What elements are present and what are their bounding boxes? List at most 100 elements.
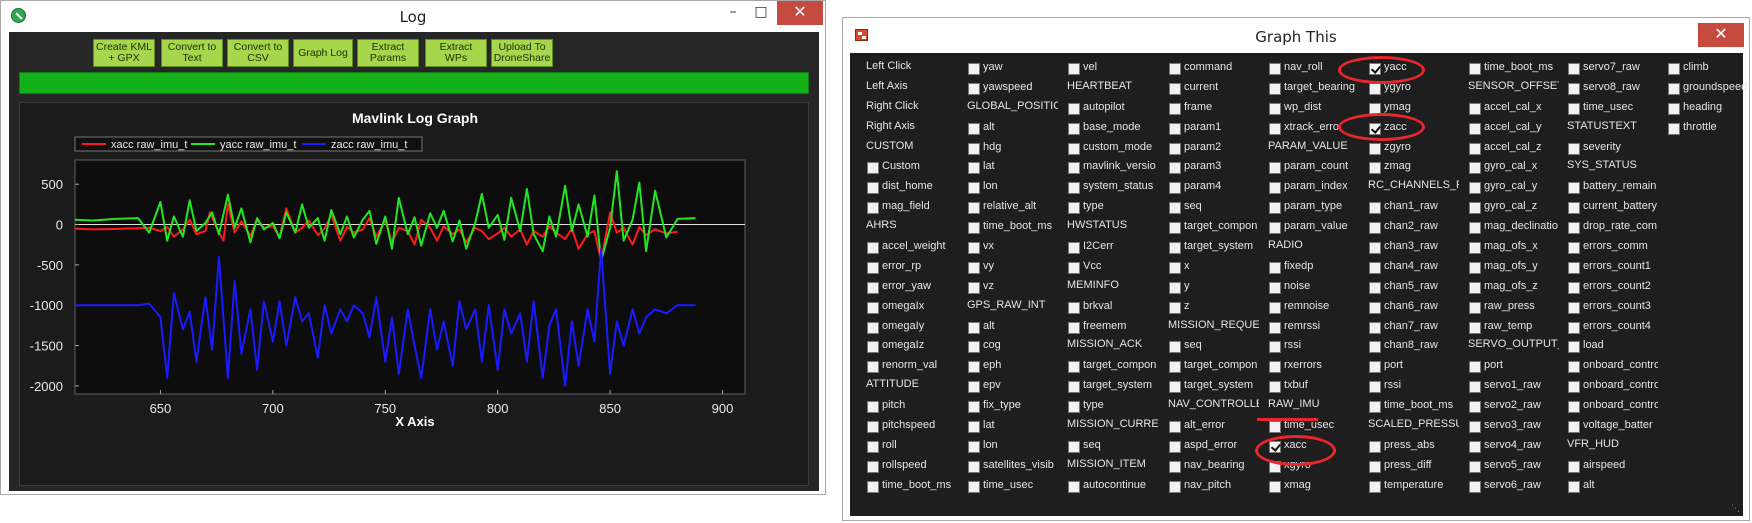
- checkbox-icon[interactable]: [1469, 102, 1481, 115]
- graph-log-button[interactable]: Graph Log: [293, 39, 353, 67]
- checkbox-icon[interactable]: [1068, 480, 1080, 493]
- field-checkbox-time-boot-ms[interactable]: time_boot_ms: [1459, 57, 1559, 77]
- field-checkbox-rssi[interactable]: rssi: [1259, 335, 1359, 355]
- field-checkbox-alt[interactable]: alt: [958, 316, 1058, 336]
- field-checkbox-temperature[interactable]: temperature: [1359, 475, 1459, 495]
- field-checkbox-fix-type[interactable]: fix_type: [958, 395, 1058, 415]
- field-checkbox-port[interactable]: port: [1359, 355, 1459, 375]
- field-checkbox-zmag[interactable]: zmag: [1359, 156, 1459, 176]
- checkbox-icon[interactable]: [1369, 460, 1381, 473]
- checkbox-icon[interactable]: [1169, 242, 1181, 255]
- field-checkbox-fixedp[interactable]: fixedp: [1259, 256, 1359, 276]
- field-checkbox-severity[interactable]: severity: [1558, 137, 1658, 157]
- checkbox-icon[interactable]: [867, 281, 879, 294]
- checkbox-icon[interactable]: [968, 480, 980, 493]
- field-checkbox-alt-error[interactable]: alt_error: [1159, 415, 1259, 435]
- checkbox-icon[interactable]: [968, 440, 980, 453]
- field-checkbox-nav-bearing[interactable]: nav_bearing: [1159, 455, 1259, 475]
- checkbox-icon[interactable]: [1369, 440, 1381, 453]
- checkbox-icon[interactable]: [1469, 460, 1481, 473]
- field-checkbox-servo3-raw[interactable]: servo3_raw: [1459, 415, 1559, 435]
- checkbox-icon[interactable]: [1068, 122, 1080, 135]
- field-checkbox-accel-cal-y[interactable]: accel_cal_y: [1459, 117, 1559, 137]
- checkbox-icon[interactable]: [1269, 82, 1281, 95]
- checkbox-icon[interactable]: [1668, 63, 1680, 75]
- field-checkbox-errors-count4[interactable]: errors_count4: [1558, 316, 1658, 336]
- field-checkbox-mag-ofs-y[interactable]: mag_ofs_y: [1459, 256, 1559, 276]
- field-checkbox-errors-comm[interactable]: errors_comm: [1558, 236, 1658, 256]
- field-checkbox-frame[interactable]: frame: [1159, 97, 1259, 117]
- convert-to-csv-button[interactable]: Convert to CSV: [227, 39, 289, 67]
- checkbox-icon[interactable]: [1568, 281, 1580, 294]
- checkbox-icon[interactable]: [1068, 202, 1080, 215]
- field-checkbox-remnoise[interactable]: remnoise: [1259, 296, 1359, 316]
- mavlink-graph[interactable]: Mavlink Log Graph 500 0 -500 -1000 -1500 -2000…: [19, 102, 809, 486]
- field-checkbox-lon[interactable]: lon: [958, 176, 1058, 196]
- field-checkbox-port[interactable]: port: [1459, 355, 1559, 375]
- checkbox-icon[interactable]: [968, 460, 980, 473]
- checkbox-icon[interactable]: [1568, 202, 1580, 215]
- checkbox-icon[interactable]: [1469, 301, 1481, 314]
- field-checkbox-dist-home[interactable]: dist_home: [857, 176, 957, 196]
- field-checkbox-chan1-raw[interactable]: chan1_raw: [1359, 196, 1459, 216]
- checkbox-icon[interactable]: [1568, 480, 1580, 493]
- field-checkbox-seq[interactable]: seq: [1058, 435, 1158, 455]
- log-titlebar[interactable]: Log – □ ✕: [1, 1, 825, 31]
- checkbox-icon[interactable]: [1269, 261, 1281, 274]
- field-checkbox-mavlink-versio[interactable]: mavlink_versio: [1058, 156, 1158, 176]
- checkbox-icon[interactable]: [1568, 401, 1580, 414]
- close-icon[interactable]: ✕: [777, 1, 823, 25]
- field-checkbox-servo5-raw[interactable]: servo5_raw: [1459, 455, 1559, 475]
- checkbox-icon[interactable]: [1269, 341, 1281, 354]
- checkbox-icon[interactable]: [1169, 222, 1181, 235]
- field-checkbox-xmag[interactable]: xmag: [1259, 475, 1359, 495]
- checkbox-icon[interactable]: [1469, 480, 1481, 493]
- minimize-icon[interactable]: –: [719, 1, 747, 25]
- chart-svg[interactable]: Mavlink Log Graph 500 0 -500 -1000 -1500 -2000…: [20, 103, 810, 487]
- field-checkbox-servo8-raw[interactable]: servo8_raw: [1558, 77, 1658, 97]
- checkbox-icon[interactable]: [1169, 341, 1181, 354]
- checkbox-icon[interactable]: [1068, 182, 1080, 195]
- field-checkbox-wp-dist[interactable]: wp_dist: [1259, 97, 1359, 117]
- field-checkbox-target-system[interactable]: target_system: [1159, 236, 1259, 256]
- checkbox-icon[interactable]: [1269, 63, 1281, 75]
- field-checkbox-param-type[interactable]: param_type: [1259, 196, 1359, 216]
- field-checkbox-target-compon[interactable]: target_compon: [1159, 355, 1259, 375]
- checkbox-icon[interactable]: [1568, 102, 1580, 115]
- field-checkbox-type[interactable]: type: [1058, 196, 1158, 216]
- checkbox-icon[interactable]: [1668, 82, 1680, 95]
- field-checkbox-relative-alt[interactable]: relative_alt: [958, 196, 1058, 216]
- field-checkbox-roll[interactable]: roll: [857, 435, 957, 455]
- field-checkbox-error-yaw[interactable]: error_yaw: [857, 276, 957, 296]
- checkbox-icon[interactable]: [1369, 341, 1381, 354]
- field-checkbox-omegaiz[interactable]: omegaIz: [857, 335, 957, 355]
- field-checkbox-chan5-raw[interactable]: chan5_raw: [1359, 276, 1459, 296]
- checkbox-icon[interactable]: [1568, 421, 1580, 434]
- checkbox-icon[interactable]: [1469, 261, 1481, 274]
- checkbox-icon[interactable]: [867, 341, 879, 354]
- checkbox-icon[interactable]: [867, 301, 879, 314]
- field-checkbox-autopilot[interactable]: autopilot: [1058, 97, 1158, 117]
- checkbox-icon[interactable]: [1369, 142, 1381, 155]
- checkbox-icon[interactable]: [1469, 162, 1481, 175]
- checkbox-icon[interactable]: [1068, 381, 1080, 394]
- field-checkbox-mag-ofs-x[interactable]: mag_ofs_x: [1459, 236, 1559, 256]
- checkbox-icon[interactable]: [1469, 440, 1481, 453]
- field-checkbox-seq[interactable]: seq: [1159, 196, 1259, 216]
- field-checkbox-mag-field[interactable]: mag_field: [857, 196, 957, 216]
- field-checkbox-omegaix[interactable]: omegaIx: [857, 296, 957, 316]
- checkbox-icon[interactable]: [1469, 63, 1481, 75]
- checkbox-icon[interactable]: [1269, 321, 1281, 334]
- checkbox-icon[interactable]: [1369, 281, 1381, 294]
- checkbox-icon[interactable]: [1568, 182, 1580, 195]
- checkbox-icon[interactable]: [1068, 162, 1080, 175]
- checkbox-icon[interactable]: [1269, 182, 1281, 195]
- checkbox-icon[interactable]: [1568, 460, 1580, 473]
- checkbox-icon[interactable]: [1568, 142, 1580, 155]
- field-checkbox-yaw[interactable]: yaw: [958, 57, 1058, 77]
- field-checkbox-current[interactable]: current: [1159, 77, 1259, 97]
- field-checkbox-servo4-raw[interactable]: servo4_raw: [1459, 435, 1559, 455]
- checkbox-icon[interactable]: [1469, 421, 1481, 434]
- checkbox-icon[interactable]: [1269, 102, 1281, 115]
- checkbox-icon[interactable]: [1469, 242, 1481, 255]
